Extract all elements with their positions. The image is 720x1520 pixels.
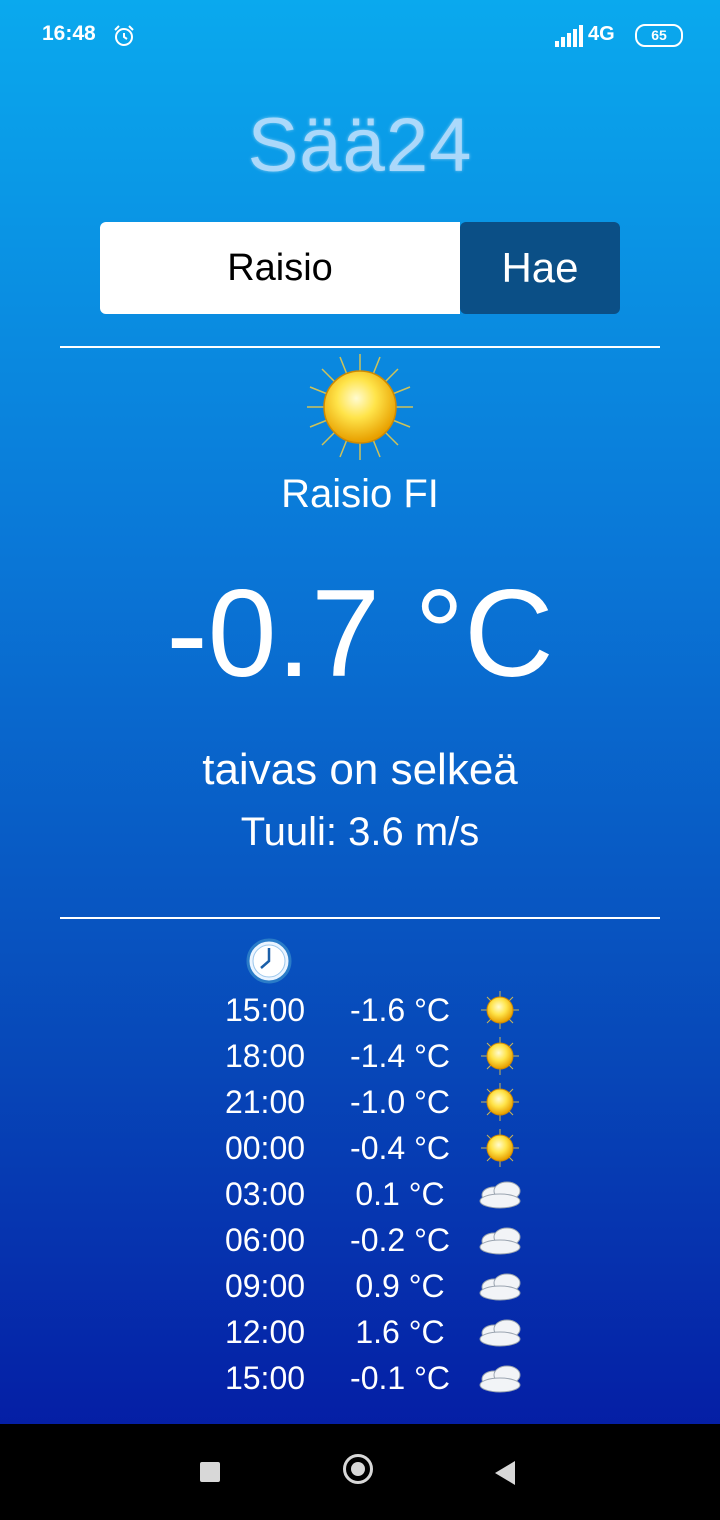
home-dot	[351, 1462, 365, 1476]
status-bar: 16:48 4G 65	[0, 0, 720, 72]
forecast-row: 18:00 -1.4 °C	[0, 1033, 720, 1079]
status-time: 16:48	[42, 22, 96, 45]
forecast-row: 09:00 0.9 °C	[0, 1263, 720, 1309]
navigation-bar	[0, 1424, 720, 1520]
clock-icon	[246, 938, 292, 984]
forecast-row: 12:00 1.6 °C	[0, 1309, 720, 1355]
signal-strength-icon	[555, 25, 583, 47]
forecast-temperature: 0.1 °C	[355, 1176, 445, 1212]
forecast-temperature: 0.9 °C	[355, 1268, 445, 1304]
battery-icon: 65	[635, 24, 683, 47]
network-type: 4G	[588, 23, 615, 45]
cloud-icon	[474, 1309, 526, 1355]
back-button[interactable]	[495, 1461, 515, 1485]
city-search-input[interactable]	[100, 222, 460, 314]
sun-icon	[307, 354, 413, 460]
forecast-row: 03:00 0.1 °C	[0, 1171, 720, 1217]
forecast-temperature: -1.4 °C	[350, 1038, 450, 1074]
forecast-time: 06:00	[224, 1222, 306, 1258]
home-button[interactable]	[343, 1454, 373, 1484]
forecast-time: 15:00	[224, 1360, 306, 1396]
cloud-icon	[474, 1171, 526, 1217]
forecast-time: 12:00	[224, 1314, 306, 1350]
forecast-temperature: -0.1 °C	[350, 1360, 450, 1396]
current-temperature: -0.7 °C	[166, 565, 554, 703]
forecast-row: 15:00 -1.6 °C	[0, 987, 720, 1033]
location-label: Raisio FI	[281, 472, 439, 516]
sun-icon	[474, 987, 526, 1033]
forecast-temperature: -1.6 °C	[350, 992, 450, 1028]
forecast-time: 00:00	[224, 1130, 306, 1166]
app-logo: Sää24	[247, 103, 473, 188]
forecast-temperature: -1.0 °C	[350, 1084, 450, 1120]
cloud-icon	[474, 1263, 526, 1309]
sun-icon	[474, 1033, 526, 1079]
forecast-time: 03:00	[224, 1176, 306, 1212]
forecast-temperature: -0.4 °C	[350, 1130, 450, 1166]
forecast-time: 18:00	[224, 1038, 306, 1074]
sun-icon	[474, 1125, 526, 1171]
sun-icon	[474, 1079, 526, 1125]
forecast-row: 00:00 -0.4 °C	[0, 1125, 720, 1171]
forecast-temperature: 1.6 °C	[355, 1314, 445, 1350]
forecast-time: 15:00	[224, 992, 306, 1028]
divider	[60, 346, 660, 348]
recents-button[interactable]	[200, 1462, 220, 1482]
forecast-row: 06:00 -0.2 °C	[0, 1217, 720, 1263]
forecast-temperature: -0.2 °C	[350, 1222, 450, 1258]
search-button[interactable]: Hae	[460, 222, 620, 314]
forecast-row: 21:00 -1.0 °C	[0, 1079, 720, 1125]
forecast-time: 09:00	[224, 1268, 306, 1304]
divider	[60, 917, 660, 919]
weather-condition: taivas on selkeä	[202, 745, 518, 794]
cloud-icon	[474, 1217, 526, 1263]
wind-speed: Tuuli: 3.6 m/s	[240, 810, 480, 854]
cloud-icon	[474, 1355, 526, 1401]
forecast-row: 15:00 -0.1 °C	[0, 1355, 720, 1401]
alarm-clock-icon	[114, 25, 134, 46]
forecast-time: 21:00	[224, 1084, 306, 1120]
battery-level: 65	[651, 27, 667, 43]
